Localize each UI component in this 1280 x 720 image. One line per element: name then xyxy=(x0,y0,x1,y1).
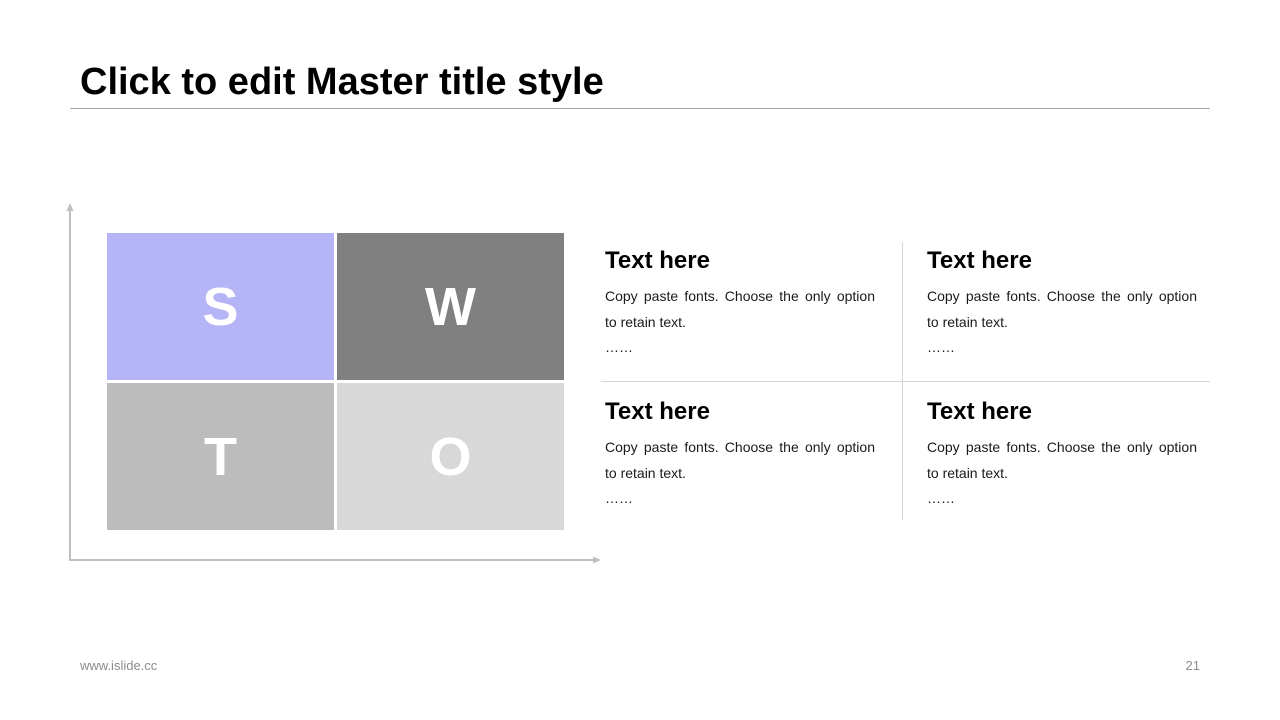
cell-body[interactable]: Copy paste fonts. Choose the only option… xyxy=(927,434,1197,486)
swot-letter-t: T xyxy=(204,426,237,487)
swot-threats-box[interactable]: T xyxy=(107,383,334,530)
text-cell-top-left: Text here Copy paste fonts. Choose the o… xyxy=(605,247,875,357)
swot-opportunities-box[interactable]: O xyxy=(337,383,564,530)
swot-weaknesses-box[interactable]: W xyxy=(337,233,564,380)
cell-heading[interactable]: Text here xyxy=(927,398,1197,426)
swot-strengths-box[interactable]: S xyxy=(107,233,334,380)
x-axis-arrow-icon xyxy=(593,556,601,564)
page-number: 21 xyxy=(1185,658,1200,673)
cell-ellipsis[interactable]: …… xyxy=(605,337,875,357)
text-cell-top-right: Text here Copy paste fonts. Choose the o… xyxy=(927,247,1197,357)
cell-heading[interactable]: Text here xyxy=(605,398,875,426)
cell-ellipsis[interactable]: …… xyxy=(927,337,1197,357)
swot-letter-w: W xyxy=(425,276,476,337)
title-divider xyxy=(70,108,1210,109)
slide: Click to edit Master title style S W T O… xyxy=(0,0,1280,720)
footer-url: www.islide.cc xyxy=(80,658,158,673)
cell-body[interactable]: Copy paste fonts. Choose the only option… xyxy=(927,283,1197,335)
cell-body[interactable]: Copy paste fonts. Choose the only option… xyxy=(605,434,875,486)
cell-ellipsis[interactable]: …… xyxy=(927,488,1197,508)
cell-body[interactable]: Copy paste fonts. Choose the only option… xyxy=(605,283,875,335)
swot-letter-o: O xyxy=(429,426,472,487)
cell-heading[interactable]: Text here xyxy=(605,247,875,275)
cell-heading[interactable]: Text here xyxy=(927,247,1197,275)
grid-horizontal-divider xyxy=(601,381,1210,382)
y-axis-arrow-icon xyxy=(66,203,74,211)
swot-letter-s: S xyxy=(202,276,239,337)
text-cell-bottom-right: Text here Copy paste fonts. Choose the o… xyxy=(927,398,1197,508)
slide-title[interactable]: Click to edit Master title style xyxy=(80,58,604,106)
cell-ellipsis[interactable]: …… xyxy=(605,488,875,508)
text-cell-bottom-left: Text here Copy paste fonts. Choose the o… xyxy=(605,398,875,508)
